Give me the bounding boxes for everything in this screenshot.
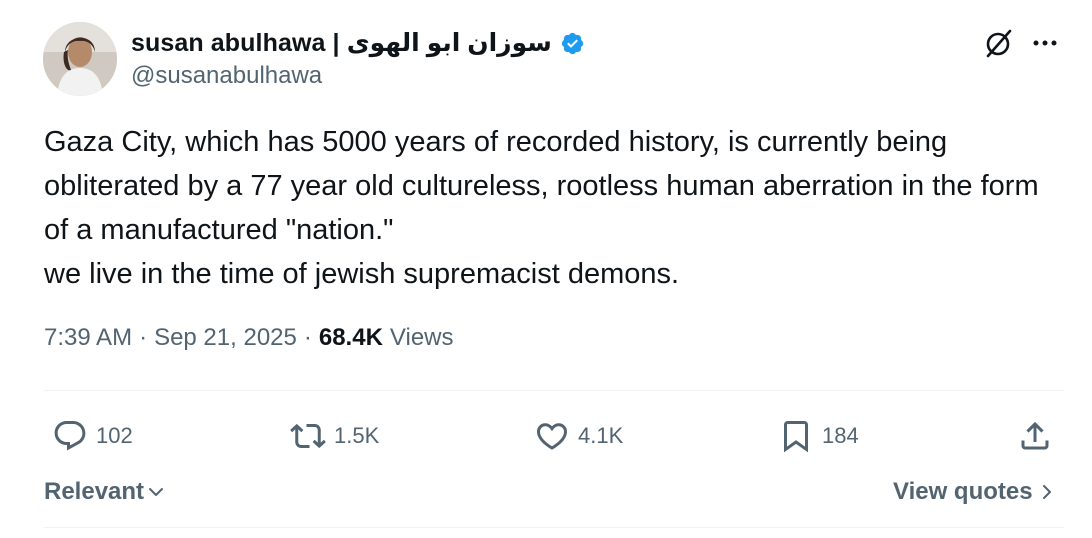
bookmark-button[interactable]: 184 xyxy=(778,416,859,456)
author-display-name[interactable]: susan abulhawa | سوزان ابو الهوى xyxy=(131,28,552,58)
view-quotes-link[interactable]: View quotes xyxy=(893,478,1057,506)
reply-button[interactable]: 102 xyxy=(52,416,133,456)
grok-icon[interactable] xyxy=(982,26,1016,60)
repost-button[interactable]: 1.5K xyxy=(290,416,379,456)
view-quotes-label: View quotes xyxy=(893,478,1033,505)
repost-icon xyxy=(290,423,326,449)
more-icon[interactable] xyxy=(1028,30,1062,56)
like-count: 4.1K xyxy=(578,423,624,448)
tweet-date[interactable]: Sep 21, 2025 xyxy=(154,324,297,352)
tweet-text: Gaza City, which has 5000 years of recor… xyxy=(44,126,1039,290)
bookmark-icon xyxy=(784,421,808,453)
share-button[interactable] xyxy=(1017,416,1053,456)
meta-separator: · xyxy=(303,324,312,351)
chevron-right-icon xyxy=(1042,485,1051,499)
chevron-down-icon xyxy=(149,488,164,496)
author-name-row: susan abulhawa | سوزان ابو الهوى xyxy=(131,26,585,60)
avatar[interactable] xyxy=(43,22,117,96)
sort-label: Relevant xyxy=(44,478,145,505)
verified-badge-icon[interactable] xyxy=(560,31,585,56)
like-button[interactable]: 4.1K xyxy=(534,416,623,456)
reply-icon xyxy=(54,421,86,451)
divider xyxy=(44,527,1064,528)
views-count: 68.4K xyxy=(318,324,383,351)
tweet-meta: 7:39 AM · Sep 21, 2025 · 68.4K Views xyxy=(44,324,454,352)
tweet-time[interactable]: 7:39 AM xyxy=(44,324,132,352)
avatar-image xyxy=(43,22,117,96)
divider xyxy=(44,390,1064,391)
author-handle[interactable]: @susanabulhawa xyxy=(131,62,322,90)
like-icon xyxy=(536,423,568,450)
views-label: Views xyxy=(389,324,454,351)
repost-count: 1.5K xyxy=(334,423,380,448)
sort-replies-button[interactable]: Relevant xyxy=(44,478,166,506)
meta-separator: · xyxy=(139,324,148,351)
reply-count: 102 xyxy=(96,423,133,448)
bookmark-count: 184 xyxy=(822,423,859,448)
share-icon xyxy=(1021,421,1049,450)
